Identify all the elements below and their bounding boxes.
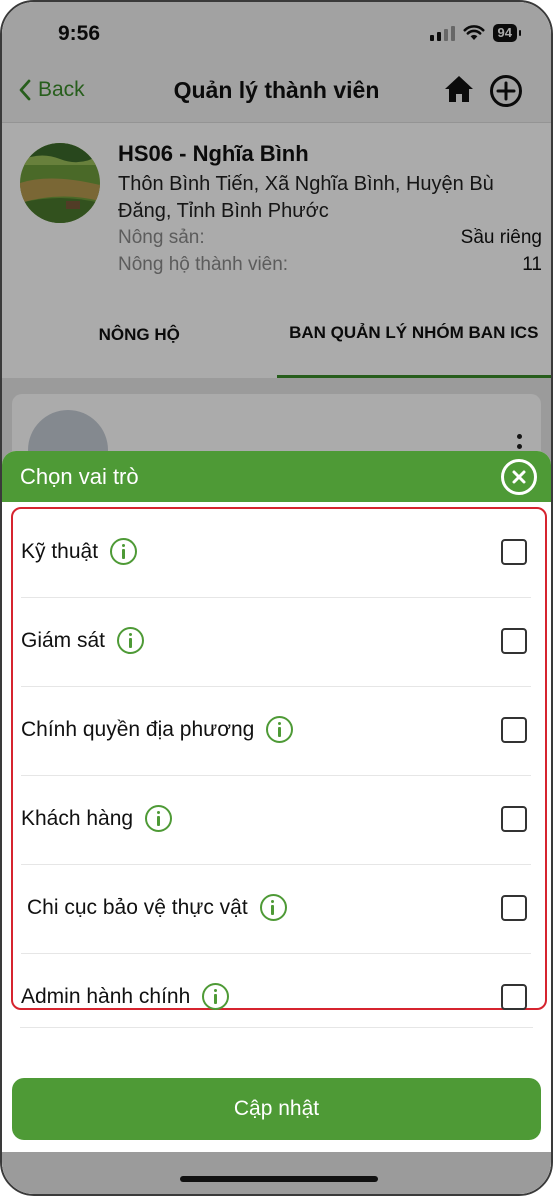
role-label: Kỹ thuật (21, 539, 99, 563)
info-icon[interactable] (110, 538, 138, 565)
role-label: Giám sát (21, 628, 106, 652)
role-label: Khách hàng (21, 806, 134, 830)
info-icon[interactable] (266, 716, 294, 743)
role-checkbox[interactable] (501, 806, 527, 832)
role-option[interactable]: Admin hành chính (21, 954, 531, 1043)
role-option[interactable]: Khách hàng (21, 776, 531, 865)
divider (20, 1027, 533, 1028)
role-option[interactable]: Chính quyền địa phương (21, 687, 531, 776)
close-circle-icon (512, 470, 526, 484)
role-label-wrap: Khách hàng (21, 805, 173, 832)
role-label-wrap: Giám sát (21, 627, 145, 654)
role-label-wrap: Chính quyền địa phương (21, 716, 294, 743)
role-option[interactable]: Kỹ thuật (21, 509, 531, 598)
sheet-title: Chọn vai trò (20, 464, 139, 489)
role-checkbox[interactable] (501, 895, 527, 921)
info-icon[interactable] (117, 627, 145, 654)
info-icon[interactable] (259, 894, 287, 921)
info-icon[interactable] (145, 805, 173, 832)
role-label: Admin hành chính (21, 984, 191, 1008)
phone-frame: 9:56 94 Back Quản lý thành viên HS06 - N… (0, 0, 553, 1196)
role-checkbox[interactable] (501, 717, 527, 743)
role-checkbox[interactable] (501, 984, 527, 1010)
home-indicator[interactable] (180, 1176, 378, 1182)
role-label-wrap: Admin hành chính (21, 983, 230, 1010)
role-checkbox[interactable] (501, 628, 527, 654)
role-label: Chi cục bảo vệ thực vật (27, 895, 248, 919)
role-label-wrap: Kỹ thuật (21, 538, 138, 565)
update-button[interactable]: Cập nhật (12, 1078, 541, 1140)
role-picker-sheet: Chọn vai trò Kỹ thuật Giám sát Chính quy… (2, 451, 551, 1152)
role-option[interactable]: Giám sát (21, 598, 531, 687)
role-options-list: Kỹ thuật Giám sát Chính quyền địa phương (11, 507, 547, 1010)
role-option[interactable]: Chi cục bảo vệ thực vật (21, 865, 531, 954)
role-label-wrap: Chi cục bảo vệ thực vật (27, 894, 287, 921)
role-label: Chính quyền địa phương (21, 717, 255, 741)
close-button[interactable] (501, 459, 537, 495)
role-checkbox[interactable] (501, 539, 527, 565)
info-icon[interactable] (202, 983, 230, 1010)
sheet-header: Chọn vai trò (2, 451, 551, 502)
